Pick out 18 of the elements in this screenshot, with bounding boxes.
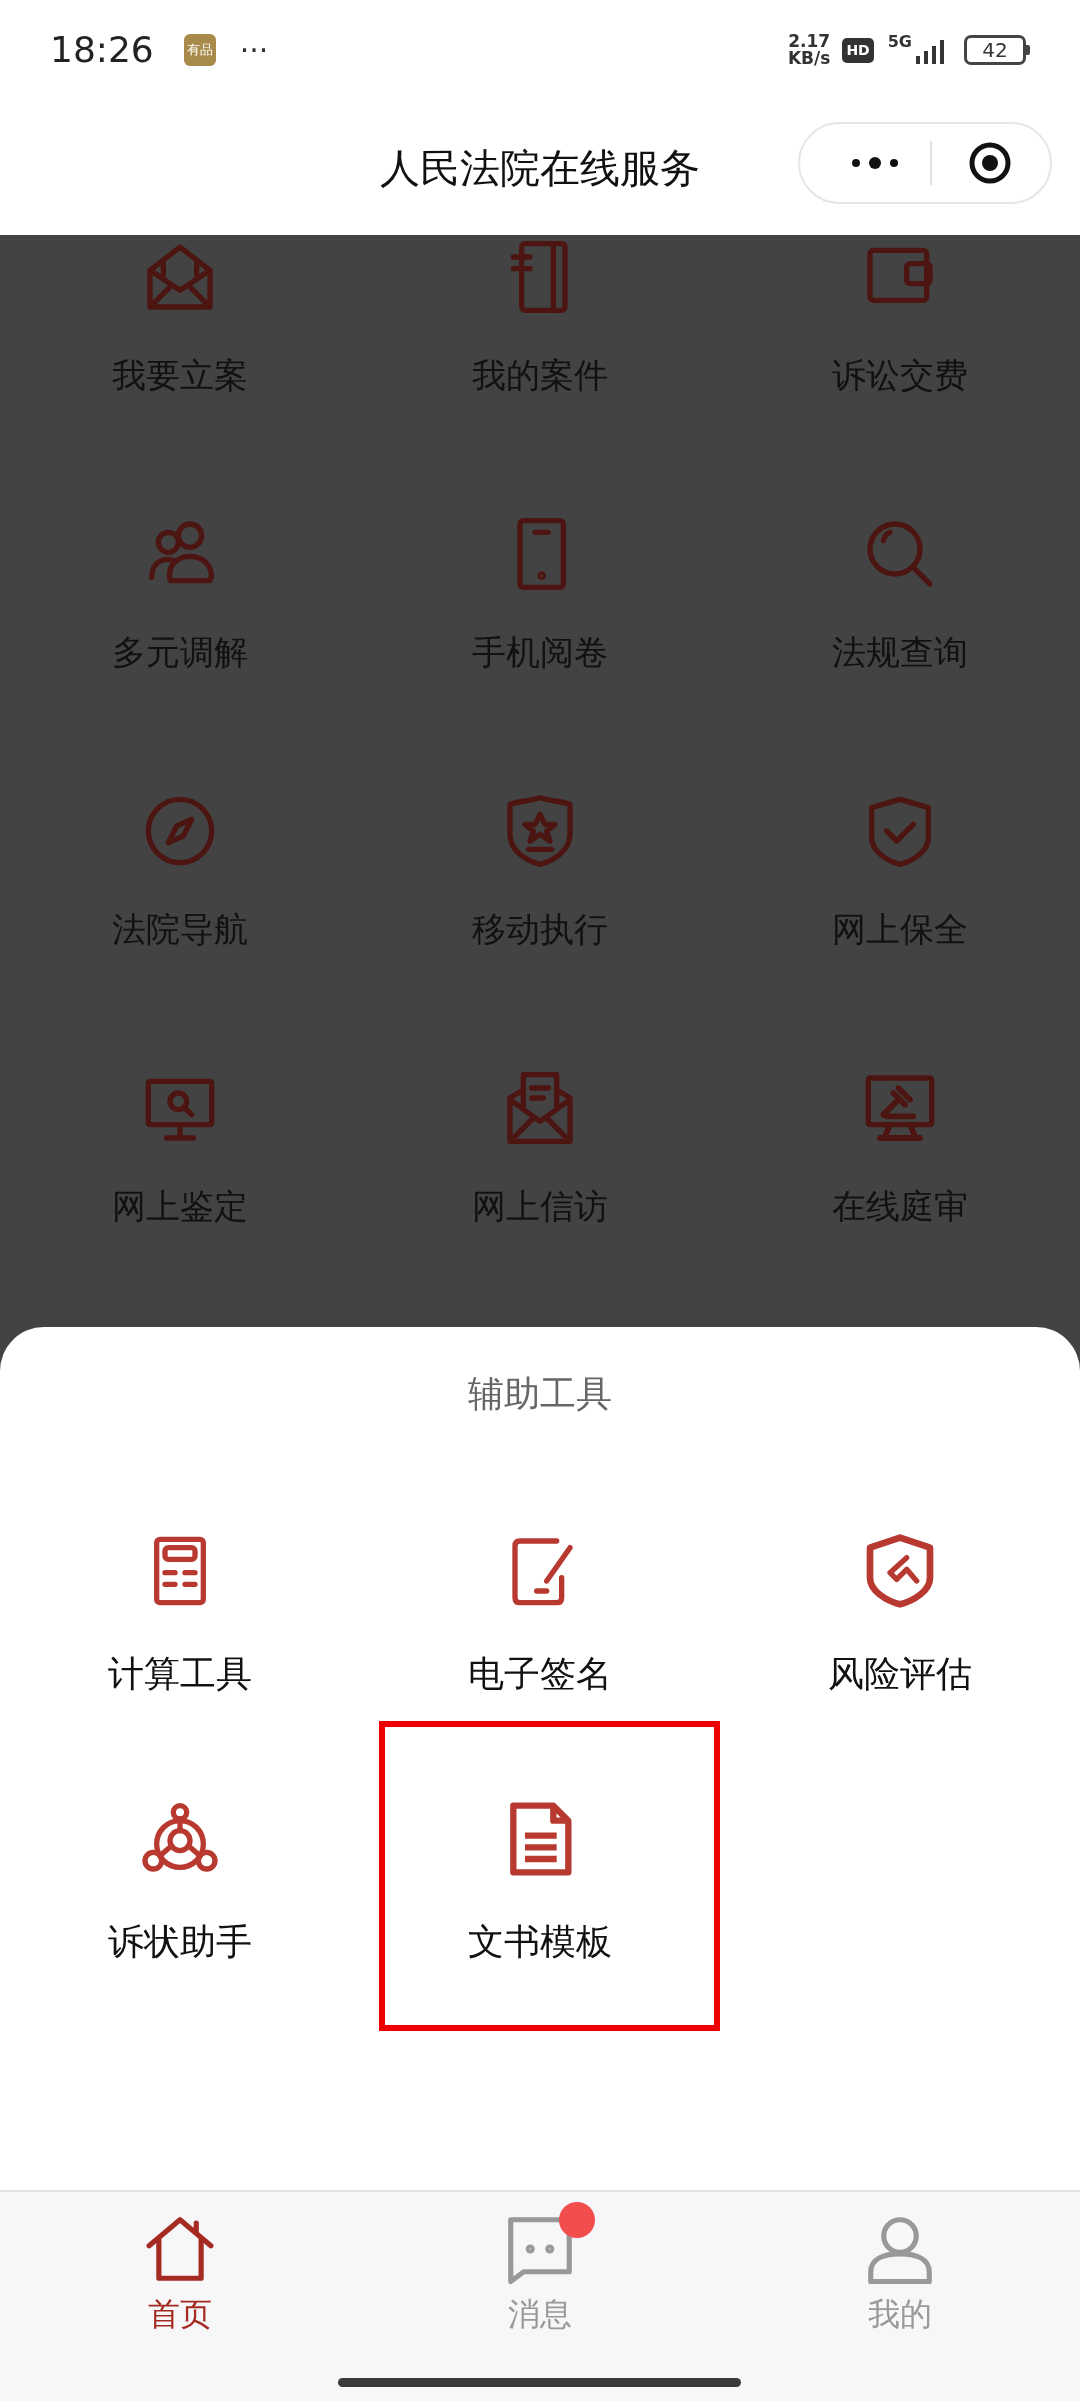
status-time: 18:26: [50, 28, 154, 72]
tool-button[interactable]: 电子签名: [468, 1531, 612, 1695]
net-speed-unit: KB/s: [787, 50, 831, 67]
sheet-title: 辅助工具: [468, 1372, 612, 1416]
hd-badge: HD: [842, 37, 874, 63]
network-type: 5G: [887, 31, 912, 53]
status-more: ···: [239, 31, 269, 70]
tool-button[interactable]: 计算工具: [108, 1531, 252, 1695]
tab-item[interactable]: 消息: [360, 2192, 720, 2334]
net-speed-value: 2.17: [788, 33, 831, 50]
tool-button[interactable]: 风险评估: [828, 1531, 972, 1695]
tool-button[interactable]: 文书模板: [468, 1799, 612, 1963]
close-target-icon[interactable]: [968, 141, 1012, 185]
tab-item[interactable]: 首页: [0, 2192, 360, 2334]
tool-button[interactable]: 诉状助手: [108, 1799, 252, 1963]
page-title: 人民法院在线服务: [380, 143, 700, 193]
app-badge: 有品: [183, 34, 216, 66]
tab-item[interactable]: 我的: [720, 2192, 1080, 2334]
